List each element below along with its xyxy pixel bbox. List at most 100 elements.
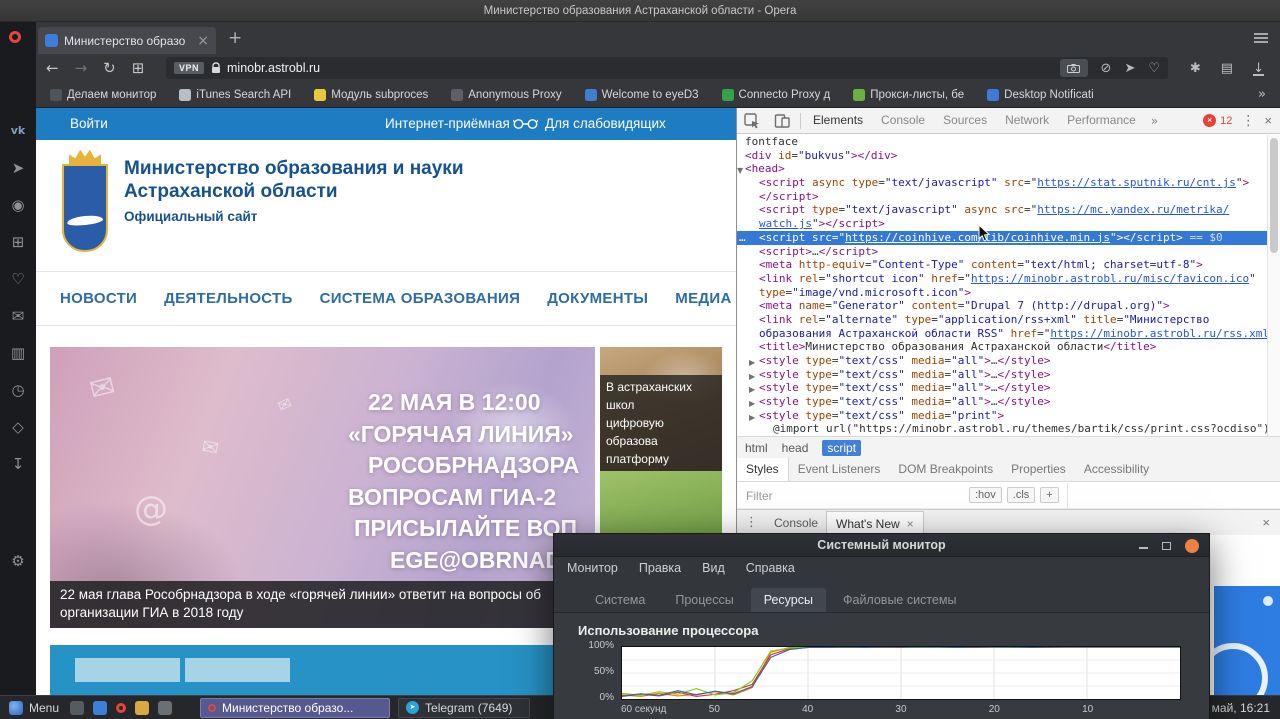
drawer-close-icon[interactable]: × [1262, 515, 1280, 530]
login-link[interactable]: Войти [70, 116, 108, 131]
easy-setup-icon[interactable]: ✱ [1190, 61, 1201, 76]
code-line[interactable]: </script> [737, 190, 1268, 204]
styles-tab[interactable]: Properties [1002, 458, 1075, 481]
error-badge[interactable]: × 12 [1203, 114, 1232, 127]
nav-link[interactable]: ДОКУМЕНТЫ [547, 290, 648, 307]
devtools-tab-sources[interactable]: Sources [934, 108, 996, 133]
sidebar-instagram-icon[interactable]: ◉ [0, 196, 36, 214]
opera-titlebar[interactable]: Министерство образования Астраханской об… [0, 0, 1280, 22]
file-manager-icon[interactable] [135, 700, 150, 715]
devtools-scrollbar[interactable] [1267, 135, 1280, 436]
devtools-tab-network[interactable]: Network [996, 108, 1058, 133]
code-line[interactable]: <title>Министерство образования Астрахан… [737, 340, 1268, 354]
more-tabs-icon[interactable]: » [1145, 114, 1164, 128]
code-line[interactable]: ▶ <style type="text/css" media="print"> [737, 409, 1268, 423]
terminal-icon[interactable] [158, 700, 173, 715]
forward-button[interactable]: → [75, 59, 88, 77]
sysmon-tab[interactable]: Файловые системы [830, 588, 969, 612]
code-line[interactable]: <link rel="shortcut icon" href="https://… [737, 272, 1268, 286]
code-line[interactable]: ▶ <style type="text/css" media="all">…</s… [737, 381, 1268, 395]
sysmon-menu-item[interactable]: Монитор [567, 561, 618, 575]
sysmon-menu-item[interactable]: Правка [639, 561, 681, 575]
styles-tab[interactable]: Accessibility [1075, 458, 1158, 481]
bookmark-item[interactable]: Anonymous Proxy [451, 88, 562, 101]
class-button[interactable]: .cls [1006, 487, 1036, 503]
bookmarks-overflow-icon[interactable]: » [1258, 87, 1266, 102]
code-line[interactable]: type="image/vnd.microsoft.icon"> [737, 286, 1268, 300]
tab-menu-icon[interactable] [1254, 33, 1268, 43]
sidebar-extensions-icon[interactable]: ◇ [0, 418, 36, 436]
sysmon-titlebar[interactable]: Системный монитор [554, 534, 1209, 557]
sidebar-downloads-icon[interactable]: ↧ [0, 455, 36, 473]
devtools-tab-performance[interactable]: Performance [1058, 108, 1145, 133]
tab-close-icon[interactable]: × [197, 33, 209, 49]
code-line[interactable]: <link rel="alternate" type="application/… [737, 313, 1268, 327]
code-line[interactable]: ▼ <head> [737, 162, 1268, 176]
code-line[interactable]: ▶ <style type="text/css" media="all">…</s… [737, 395, 1268, 409]
bookmark-item[interactable]: Connecto Proxy д [721, 88, 830, 101]
code-line[interactable]: <script type="text/javascript" async src… [737, 203, 1268, 217]
vpn-badge[interactable]: VPN [174, 62, 205, 74]
snapshot-button[interactable] [1059, 59, 1088, 77]
code-line[interactable]: <script>…</script> [737, 245, 1268, 259]
tab-tiles-button[interactable]: ⊞ [132, 59, 145, 77]
hero-caption[interactable]: 22 мая глава Рособрнадзора в ходе «горяч… [50, 581, 595, 628]
code-line[interactable]: fontface [737, 135, 1268, 149]
sysmon-tab[interactable]: Процессы [662, 588, 746, 612]
drawer-console-label[interactable]: Console [766, 516, 826, 530]
breadcrumb-html[interactable]: html [745, 441, 768, 455]
url-field[interactable]: VPN minobr.astrobl.ru ⊘ ➤ ♡ [166, 57, 1168, 79]
code-line[interactable]: … <script src="https://coinhive.com/lib/c… [737, 230, 1268, 245]
code-line[interactable]: <meta name="Generator" content="Drupal 7… [737, 299, 1268, 313]
breadcrumb-head[interactable]: head [782, 441, 809, 455]
close-button[interactable] [1185, 538, 1199, 553]
devtools-close-icon[interactable]: × [1264, 113, 1272, 128]
code-line[interactable]: <script async type="text/javascript" src… [737, 176, 1268, 190]
back-button[interactable]: ← [46, 59, 59, 77]
reception-link[interactable]: Интернет-приёмная [385, 116, 510, 131]
task-button[interactable]: ➤ Telegram (7649) [398, 697, 531, 718]
sidebar-history-icon[interactable]: ◷ [0, 381, 36, 399]
send-to-flow-icon[interactable]: ➤ [1124, 61, 1135, 76]
styles-tab[interactable]: Event Listeners [789, 458, 890, 481]
maximize-button[interactable] [1162, 541, 1171, 550]
bookmark-item[interactable]: Делаем монитор [50, 88, 156, 101]
accessibility-link[interactable]: Для слабовидящих [513, 116, 666, 131]
opera-icon[interactable] [116, 702, 127, 713]
sidebar-vk-icon[interactable]: vk [0, 122, 36, 140]
nav-link[interactable]: СИСТЕМА ОБРАЗОВАНИЯ [320, 290, 521, 307]
code-line[interactable]: @import url("https://minobr.astrobl.ru/t… [737, 422, 1268, 436]
bookmark-item[interactable]: Модуль subproces [314, 88, 428, 101]
code-line[interactable]: <meta http-equiv="Content-Type" content=… [737, 258, 1268, 272]
drawer-menu-icon[interactable]: ⋮ [737, 515, 766, 530]
new-tab-button[interactable]: + [228, 28, 242, 48]
bookmark-item[interactable]: Desktop Notificati [987, 88, 1094, 101]
sysmon-tab[interactable]: Ресурсы [750, 588, 826, 612]
code-line[interactable]: образования Астраханской области RSS" hr… [737, 327, 1268, 341]
sidebar-speed-dial-icon[interactable]: ⊞ [0, 233, 36, 251]
breadcrumb-script[interactable]: script [822, 439, 862, 456]
opera-logo-icon[interactable] [9, 31, 21, 43]
site-logo[interactable] [62, 148, 108, 256]
sysmon-menu-item[interactable]: Справка [746, 561, 795, 575]
sidebar-telegram-icon[interactable]: ➤ [0, 159, 36, 177]
scrollbar-thumb[interactable] [1270, 138, 1278, 253]
side-article[interactable]: В астраханских школ цифровую образова плат… [600, 347, 722, 471]
browser-tab[interactable]: Министерство образо × [38, 27, 216, 54]
nav-link[interactable]: НОВОСТИ [60, 290, 137, 307]
bookmark-item[interactable]: Welcome to eyeD3 [584, 88, 699, 101]
minimize-button[interactable] [1139, 547, 1148, 549]
browser-icon[interactable] [93, 700, 108, 715]
sysmon-menu-item[interactable]: Вид [702, 561, 725, 575]
styles-filter-input[interactable]: Filter [746, 489, 773, 503]
reload-button[interactable]: ↻ [103, 59, 116, 77]
slider-tab[interactable] [75, 658, 180, 682]
devtools-tab-console[interactable]: Console [872, 108, 934, 133]
code-line[interactable]: <div id="bukvus"></div> [737, 149, 1268, 163]
code-line[interactable]: ▶ <style type="text/css" media="all">…</s… [737, 368, 1268, 382]
slider-tab[interactable] [185, 658, 290, 682]
show-desktop-icon[interactable] [70, 700, 85, 715]
blocked-content-icon[interactable]: ⊘ [1101, 61, 1112, 76]
sidebar-settings-icon[interactable]: ⚙ [0, 552, 36, 570]
sidebar-my-flow-icon[interactable]: ▥ [0, 344, 36, 362]
